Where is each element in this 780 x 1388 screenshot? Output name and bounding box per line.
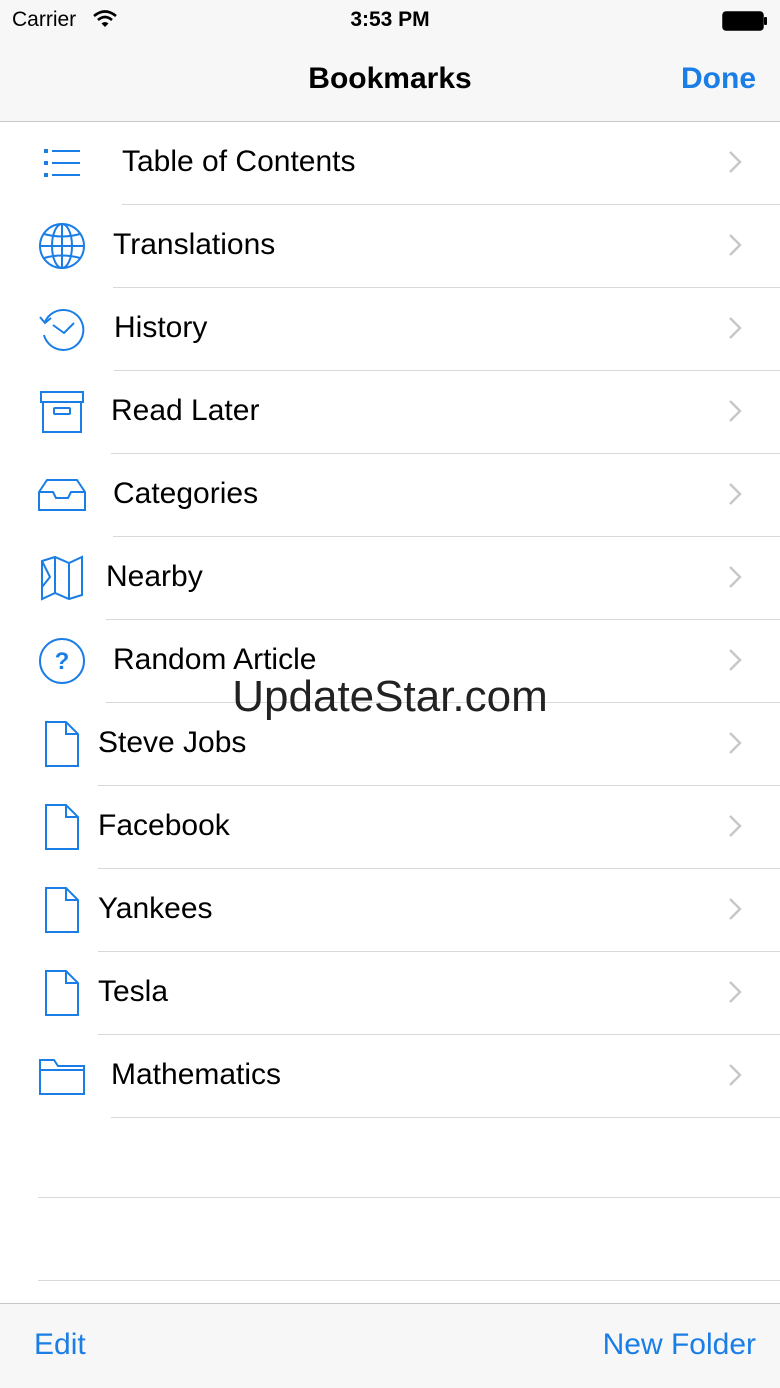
globe-icon [36, 221, 88, 271]
bookmark-label: Facebook [98, 809, 230, 842]
bookmarks-list: Table of Contents Translations History R… [0, 122, 780, 1118]
row-separator [111, 1117, 780, 1118]
bottom-toolbar: Edit New Folder [0, 1303, 780, 1388]
list-icon [36, 138, 88, 188]
bookmark-row-mathematics[interactable]: Mathematics [0, 1035, 780, 1118]
bookmark-row-facebook[interactable]: Facebook [0, 786, 780, 869]
bookmark-label: Random Article [113, 643, 317, 676]
document-icon [36, 802, 88, 852]
chevron-right-icon [728, 897, 742, 926]
bookmark-label: Steve Jobs [98, 726, 247, 759]
bookmark-row-read-later[interactable]: Read Later [0, 371, 780, 454]
bookmark-row-history[interactable]: History [0, 288, 780, 371]
chevron-right-icon [728, 565, 742, 594]
bookmark-label: Read Later [111, 394, 260, 427]
bookmark-label: Categories [113, 477, 259, 510]
chevron-right-icon [728, 814, 742, 843]
bookmark-label: Tesla [98, 975, 169, 1008]
empty-row-separator [38, 1197, 780, 1198]
document-icon [36, 968, 88, 1018]
bookmark-label: Table of Contents [122, 145, 356, 178]
bookmark-label: Translations [113, 228, 276, 261]
chevron-right-icon [728, 150, 742, 179]
archive-box-icon [36, 387, 88, 437]
svg-text:?: ? [55, 648, 70, 675]
bookmark-label: Yankees [98, 892, 213, 925]
bookmark-label: Nearby [106, 560, 203, 593]
bookmark-row-table-of-contents[interactable]: Table of Contents [0, 122, 780, 205]
chevron-right-icon [728, 399, 742, 428]
bookmark-row-steve-jobs[interactable]: Steve Jobs [0, 703, 780, 786]
done-button[interactable]: Done [681, 62, 756, 96]
chevron-right-icon [728, 316, 742, 345]
history-clock-icon [36, 304, 88, 354]
question-circle-icon: ? [36, 636, 88, 686]
inbox-tray-icon [36, 470, 88, 520]
map-icon [36, 553, 88, 603]
bookmark-row-nearby[interactable]: Nearby [0, 537, 780, 620]
bookmark-row-categories[interactable]: Categories [0, 454, 780, 537]
bookmark-label: History [114, 311, 208, 344]
chevron-right-icon [728, 731, 742, 760]
document-icon [36, 719, 88, 769]
chevron-right-icon [728, 648, 742, 677]
bookmark-row-yankees[interactable]: Yankees [0, 869, 780, 952]
empty-row-separator [38, 1280, 780, 1281]
bookmark-row-random-article[interactable]: ? Random Article [0, 620, 780, 703]
edit-button[interactable]: Edit [34, 1328, 86, 1362]
folder-icon [36, 1051, 88, 1101]
chevron-right-icon [728, 1063, 742, 1092]
status-time: 3:53 PM [350, 8, 430, 31]
page-title: Bookmarks [308, 62, 472, 95]
bookmark-row-tesla[interactable]: Tesla [0, 952, 780, 1035]
document-icon [36, 885, 88, 935]
navigation-bar: Bookmarks Done [0, 40, 780, 122]
battery-icon [722, 11, 768, 36]
status-bar: Carrier 3:53 PM [0, 0, 780, 40]
bookmark-row-translations[interactable]: Translations [0, 205, 780, 288]
new-folder-button[interactable]: New Folder [603, 1328, 756, 1362]
bookmark-label: Mathematics [111, 1058, 282, 1091]
chevron-right-icon [728, 482, 742, 511]
chevron-right-icon [728, 233, 742, 262]
chevron-right-icon [728, 980, 742, 1009]
